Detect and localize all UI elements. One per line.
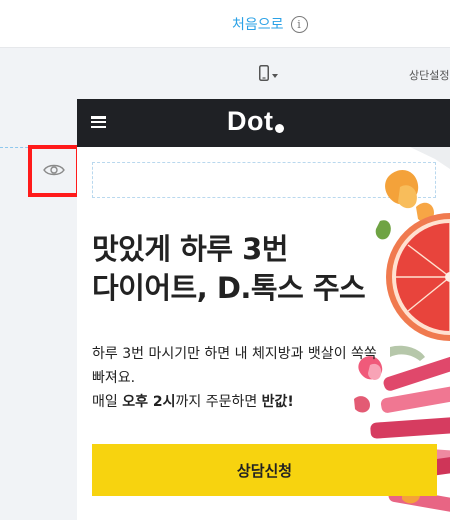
hero-title-line-2: 다이어트, D.톡스 주스 <box>92 271 366 305</box>
note-discount: 반값! <box>261 394 294 410</box>
consultation-request-button[interactable]: 상담신청 <box>92 444 437 496</box>
visibility-toggle-button[interactable] <box>28 145 80 197</box>
eye-icon[interactable] <box>43 162 65 181</box>
home-link[interactable]: 처음으로 i <box>232 13 308 35</box>
note-middle: 까지 주문하면 <box>175 394 262 410</box>
hero-title-line-1: 맛있게 하루 3번 <box>92 232 288 266</box>
logo-text: Dot <box>227 106 274 136</box>
hero-note: 매일 오후 2시까지 주문하면 반값! <box>92 390 294 414</box>
mobile-phone-icon[interactable] <box>259 65 269 85</box>
note-prefix: 매일 <box>92 394 123 410</box>
home-link-label[interactable]: 처음으로 <box>232 14 284 34</box>
editor-toolbar: 상단설정 <box>0 49 450 97</box>
info-icon-glyph: i <box>297 17 301 31</box>
consult-settings-tab[interactable]: 상단설정 <box>409 67 449 83</box>
hero-description: 하루 3번 마시기만 하면 내 체지방과 뱃살이 쏙쏙 빠져요. <box>92 346 377 386</box>
mobile-site-preview: Dot 맛있게 하루 3번 다이어트, D.톡스 주스 하루 3번 마시기만 하… <box>77 99 450 520</box>
device-toggle[interactable] <box>259 65 278 85</box>
logo-dot <box>275 124 285 133</box>
site-logo[interactable]: Dot <box>227 106 285 136</box>
chevron-down-icon[interactable] <box>272 74 278 78</box>
note-time: 오후 2시 <box>122 394 176 410</box>
site-header: Dot <box>77 99 450 147</box>
top-bar: 처음으로 i <box>0 0 450 48</box>
hero-title: 맛있게 하루 3번 다이어트, D.톡스 주스 <box>92 230 412 308</box>
hamburger-menu-icon[interactable] <box>91 116 106 128</box>
info-icon[interactable]: i <box>290 15 308 33</box>
